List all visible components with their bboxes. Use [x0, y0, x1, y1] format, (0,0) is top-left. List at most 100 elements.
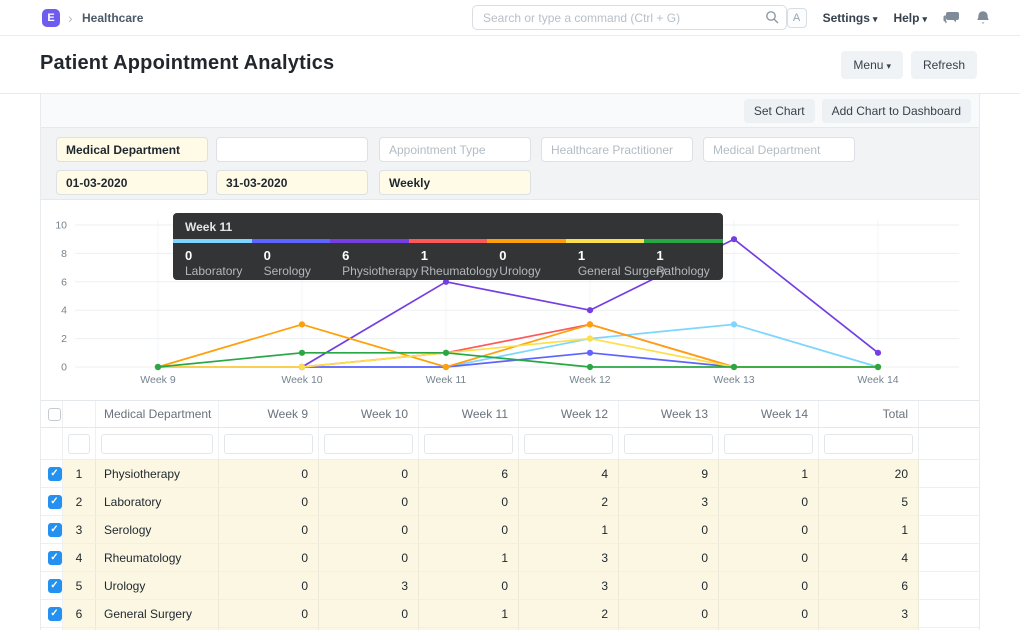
tooltip-item: 6 Physiotherapy — [342, 248, 418, 278]
row-gutter — [919, 572, 979, 599]
tooltip-item-label: Pathology — [656, 264, 710, 278]
filter-medical-department[interactable] — [56, 137, 208, 162]
column-header[interactable]: Total — [819, 401, 919, 427]
header-checkbox-cell — [47, 401, 63, 427]
row-checkbox[interactable]: ✓ — [47, 494, 62, 509]
row-checkbox-cell: ✓ — [47, 544, 63, 571]
cell-value: 0 — [619, 600, 719, 627]
column-filter-input[interactable] — [324, 433, 413, 454]
cell-value: 0 — [319, 488, 419, 515]
svg-text:6: 6 — [61, 276, 67, 288]
column-header[interactable]: Week 10 — [319, 401, 419, 427]
cell-value: 0 — [419, 516, 519, 543]
avatar[interactable]: A — [786, 8, 807, 28]
filter-empty[interactable] — [216, 137, 368, 162]
column-header[interactable]: Week 14 — [719, 401, 819, 427]
cell-department: Urology — [96, 572, 219, 599]
refresh-button[interactable]: Refresh — [910, 51, 977, 79]
column-filter-input[interactable] — [624, 433, 713, 454]
cell-value: 3 — [819, 600, 919, 627]
filter-to-date[interactable] — [216, 170, 368, 195]
page-title: Patient Appointment Analytics — [40, 52, 335, 74]
column-header[interactable]: Week 9 — [219, 401, 319, 427]
cell-value: 2 — [519, 488, 619, 515]
tooltip-item-value: 1 — [577, 248, 586, 263]
chart-section: 0 2 4 6 8 10 Week 9 Week 10 Week 11 Week 12 Week 1… — [41, 200, 979, 400]
row-checkbox[interactable]: ✓ — [47, 606, 62, 621]
column-header[interactable]: Week 12 — [519, 401, 619, 427]
column-header[interactable]: Medical Department — [96, 401, 219, 427]
tooltip-item-label: Rheumatology — [420, 264, 499, 278]
settings-menu[interactable]: Settings ▾ — [823, 11, 878, 25]
header-index-cell — [63, 401, 96, 427]
app-window: E › Healthcare A Settings▾ Help▾ — [0, 0, 1020, 630]
cell-value: 2 — [519, 600, 619, 627]
cell-value: 0 — [719, 488, 819, 515]
filter-from-date[interactable] — [56, 170, 208, 195]
cell-value: 0 — [219, 460, 319, 487]
cell-value: 0 — [619, 572, 719, 599]
cell-value: 0 — [719, 572, 819, 599]
row-checkbox[interactable]: ✓ — [47, 522, 62, 537]
notifications-bell-icon[interactable] — [976, 10, 990, 26]
chat-icon[interactable] — [943, 11, 960, 26]
column-filter-input[interactable] — [724, 433, 813, 454]
filter-healthcare-practitioner[interactable] — [541, 137, 693, 162]
filter-cell — [419, 428, 519, 459]
cell-value: 0 — [219, 544, 319, 571]
column-filter-input[interactable] — [224, 433, 313, 454]
tooltip-item-label: Urology — [499, 264, 541, 278]
row-checkbox[interactable]: ✓ — [47, 578, 62, 593]
svg-text:Week 12: Week 12 — [569, 374, 610, 386]
svg-text:Week 14: Week 14 — [857, 374, 898, 386]
add-chart-to-dashboard-button[interactable]: Add Chart to Dashboard — [821, 98, 971, 123]
cell-value: 3 — [519, 544, 619, 571]
column-filter-input[interactable] — [424, 433, 513, 454]
cell-value: 0 — [719, 544, 819, 571]
filter-medical-department-2[interactable] — [703, 137, 855, 162]
column-header[interactable]: Week 11 — [419, 401, 519, 427]
report-table: Medical Department Week 9 Week 10 Week 11 We… — [41, 400, 979, 630]
cell-value: 0 — [619, 544, 719, 571]
row-checkbox[interactable]: ✓ — [47, 550, 62, 565]
search-input[interactable] — [472, 5, 787, 30]
filter-cell — [96, 428, 219, 459]
column-filter-input[interactable] — [824, 433, 913, 454]
column-header[interactable]: Week 13 — [619, 401, 719, 427]
cell-value: 0 — [419, 488, 519, 515]
set-chart-button[interactable]: Set Chart — [743, 98, 815, 123]
global-search — [472, 5, 787, 30]
column-filter-input[interactable] — [101, 433, 213, 454]
app-logo[interactable]: E — [42, 9, 60, 27]
svg-text:10: 10 — [55, 220, 67, 232]
tooltip-item: 0 Laboratory — [185, 248, 242, 278]
tooltip-item-label: Laboratory — [185, 264, 243, 278]
row-checkbox-cell: ✓ — [47, 572, 63, 599]
cell-value: 6 — [819, 572, 919, 599]
row-checkbox-cell: ✓ — [47, 516, 63, 543]
cell-value: 0 — [319, 516, 419, 543]
row-gutter — [919, 488, 979, 515]
page-actions: Menu ▾ Refresh — [841, 51, 977, 79]
table-row: ✓ 1 Physiotherapy 0 0 6 4 9 1 20 — [41, 460, 979, 488]
cell-department: Serology — [96, 516, 219, 543]
filter-appointment-type[interactable] — [379, 137, 531, 162]
tooltip-item-value: 0 — [499, 248, 507, 263]
cell-value: 20 — [819, 460, 919, 487]
navbar: E › Healthcare A Settings▾ Help▾ — [0, 0, 1020, 36]
breadcrumb[interactable]: Healthcare — [82, 11, 143, 25]
header-gutter — [919, 401, 979, 427]
column-filter-input[interactable] — [524, 433, 613, 454]
filter-checkbox-cell — [47, 428, 63, 459]
table-row: ✓ 6 General Surgery 0 0 1 2 0 0 3 — [41, 600, 979, 628]
filter-range[interactable] — [379, 170, 531, 195]
report-card: Set Chart Add Chart to Dashboard 0246810… — [40, 94, 980, 630]
help-menu[interactable]: Help ▾ — [893, 11, 927, 25]
menu-button[interactable]: Menu ▾ — [841, 51, 903, 79]
select-all-checkbox[interactable] — [48, 407, 61, 421]
cell-value: 0 — [619, 516, 719, 543]
column-filter-input[interactable] — [68, 433, 90, 454]
row-checkbox[interactable]: ✓ — [47, 466, 62, 481]
table-row: ✓ 3 Serology 0 0 0 1 0 0 1 — [41, 516, 979, 544]
row-index: 1 — [63, 460, 96, 487]
